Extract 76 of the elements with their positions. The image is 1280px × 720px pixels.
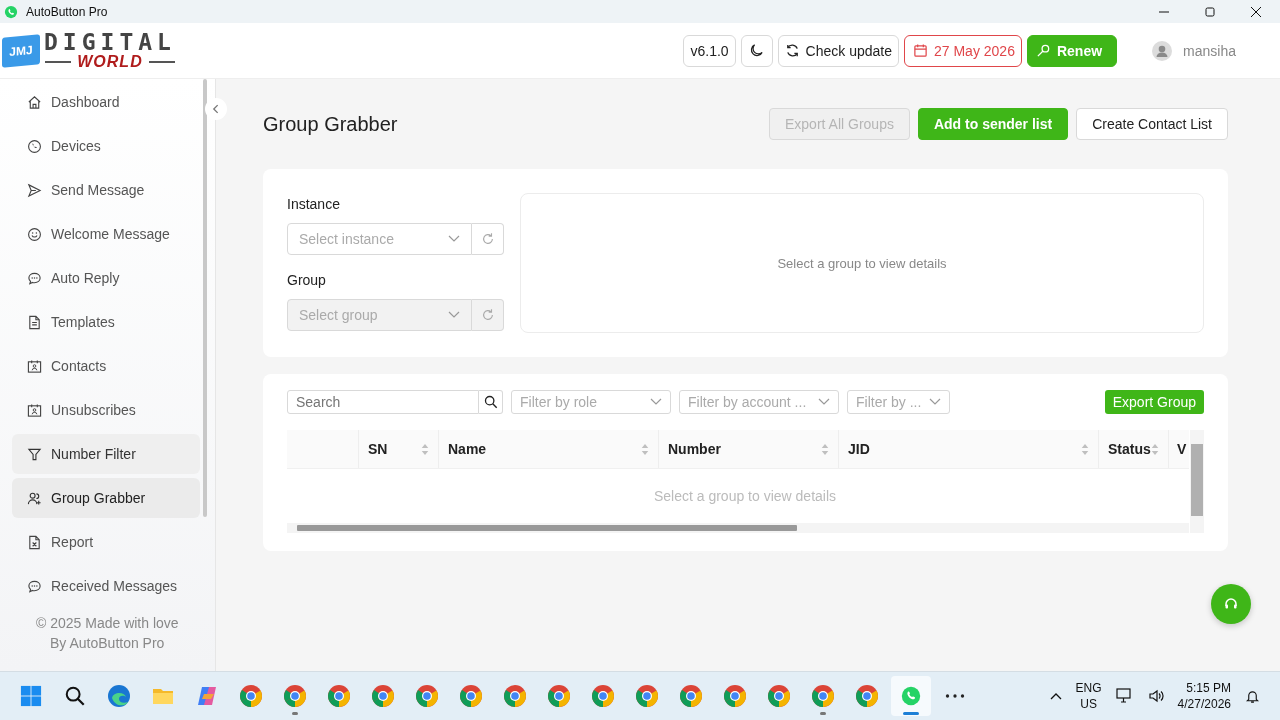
chat-icon: [27, 578, 42, 594]
sidebar-item[interactable]: Welcome Message: [12, 214, 200, 254]
people-icon: [27, 490, 42, 506]
chevron-icon: [818, 398, 830, 406]
column-header[interactable]: Status: [1108, 441, 1151, 457]
maximize-icon[interactable]: [1205, 6, 1215, 17]
sidebar-item[interactable]: Group Grabber: [12, 478, 200, 518]
clock[interactable]: 5:15 PM 4/27/2026: [1177, 680, 1231, 712]
contact-card-icon: [27, 358, 42, 374]
empty-text: Select a group to view details: [653, 488, 837, 504]
send-icon: [27, 182, 42, 198]
check-update-button[interactable]: Check update: [777, 34, 899, 67]
contact-card-icon: [27, 402, 42, 418]
spreadsheet-icon: [27, 534, 42, 550]
chat-icon: [27, 270, 42, 286]
collapse-icon[interactable]: [205, 98, 227, 120]
support-button[interactable]: [1211, 584, 1251, 624]
theme-toggle[interactable]: [740, 34, 773, 67]
chevron-icon: [929, 398, 941, 406]
action-button[interactable]: Create Contact List: [1076, 108, 1228, 140]
empty-text: Select a group to view details: [777, 255, 947, 271]
monitor-logo: JMJ: [2, 33, 40, 68]
logo-subtext: WORLD: [77, 54, 143, 70]
window-title: AutoButton Pro: [26, 4, 108, 19]
refresh-icon: [480, 232, 495, 246]
chevron-icon: [448, 311, 460, 319]
column-header[interactable]: Name: [448, 441, 487, 457]
field-label: Instance: [287, 196, 341, 212]
column-header[interactable]: JID: [848, 441, 870, 457]
home-icon: [27, 94, 42, 110]
sidebar-item[interactable]: Contacts: [12, 346, 200, 386]
column-header[interactable]: V: [1177, 441, 1187, 457]
sidebar-item[interactable]: Templates: [12, 302, 200, 342]
chevron-icon: [448, 235, 460, 243]
volume-icon[interactable]: [1147, 688, 1164, 704]
version-button[interactable]: v6.1.0: [683, 34, 736, 67]
refresh-icon: [784, 43, 800, 58]
key-icon: [1035, 43, 1051, 58]
close-icon[interactable]: [1251, 6, 1261, 17]
search-field[interactable]: Search: [287, 390, 479, 414]
sidebar-item[interactable]: Unsubscribes: [12, 390, 200, 430]
bell-icon[interactable]: [1245, 688, 1260, 704]
smiley-icon: [27, 226, 42, 242]
chat-app-icon[interactable]: [891, 676, 931, 716]
sidebar-item[interactable]: Received Messages: [12, 566, 200, 606]
sidebar-item[interactable]: Number Filter: [12, 434, 200, 474]
avatar-icon[interactable]: [1152, 40, 1173, 61]
app-icon: [4, 4, 18, 19]
user-name[interactable]: mansiha: [1183, 42, 1236, 59]
footer-text: © 2025 Made with love: [36, 615, 180, 631]
chevron-icon: [650, 398, 662, 406]
page-title: Group Grabber: [263, 112, 398, 136]
refresh-icon: [480, 308, 495, 322]
vertical-scrollbar[interactable]: [1190, 430, 1204, 533]
footer-text: By AutoButton Pro: [49, 635, 166, 651]
headset-icon: [1223, 596, 1239, 612]
sidebar-item[interactable]: Dashboard: [12, 82, 200, 122]
document-icon: [27, 314, 42, 330]
search-icon: [483, 395, 498, 409]
horizontal-scrollbar[interactable]: [287, 523, 1189, 533]
funnel-icon: [27, 446, 42, 462]
sidebar-item[interactable]: Report: [12, 522, 200, 562]
moon-icon: [749, 43, 765, 58]
sidebar-item[interactable]: Devices: [12, 126, 200, 166]
column-header[interactable]: SN: [368, 441, 388, 457]
language-indicator[interactable]: ENG US: [1075, 680, 1102, 712]
chevron-up-icon[interactable]: [1049, 692, 1062, 700]
calendar-icon: [913, 43, 928, 58]
sidebar-item[interactable]: Send Message: [12, 170, 200, 210]
logo-text: DIGITAL: [44, 31, 176, 54]
sidebar-item[interactable]: Auto Reply: [12, 258, 200, 298]
field-label: Group: [287, 272, 327, 288]
network-icon[interactable]: [1115, 688, 1134, 704]
expiry-date-button[interactable]: 27 May 2026: [904, 34, 1022, 67]
column-header[interactable]: Number: [668, 441, 721, 457]
search-button[interactable]: [479, 390, 503, 414]
